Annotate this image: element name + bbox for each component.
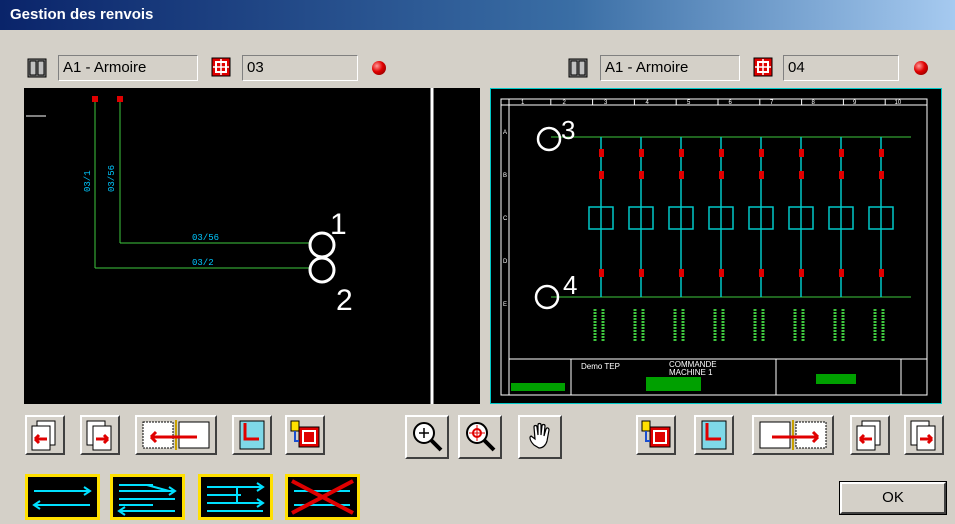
- column-label: 10: [895, 100, 902, 106]
- row-label: C: [503, 216, 508, 222]
- dual-page-icon: [142, 420, 210, 450]
- group-link-icon: [207, 482, 265, 512]
- go-to-folio-button[interactable]: [285, 415, 325, 455]
- multi-link-icon: [117, 484, 177, 516]
- go-to-folio-button-right[interactable]: [636, 415, 676, 455]
- wire-label-c: 03/56: [192, 233, 219, 243]
- left-cabinet-field[interactable]: A1 - Armoire: [58, 55, 198, 81]
- folio-link-icon: [290, 420, 320, 448]
- title-center-2: MACHINE 1: [669, 368, 713, 377]
- link-mode-single-button[interactable]: [25, 474, 100, 520]
- link-mode-group-button[interactable]: [198, 474, 273, 520]
- next-folio-button-right[interactable]: [904, 415, 944, 455]
- next-page-icon: [910, 420, 936, 451]
- next-folio-button[interactable]: [80, 415, 120, 455]
- delete-link-icon: [291, 479, 354, 515]
- status-led-icon: [914, 61, 928, 75]
- previous-folio-button-right[interactable]: [850, 415, 890, 455]
- title-left: Demo TEP: [581, 362, 620, 371]
- go-to-origin-button[interactable]: [232, 415, 272, 455]
- folio-link-icon: [641, 420, 671, 448]
- cabinet-icon: [27, 58, 47, 78]
- pan-button[interactable]: [518, 415, 562, 459]
- right-folio-field[interactable]: 04: [783, 55, 899, 81]
- delete-link-button[interactable]: [285, 474, 360, 520]
- single-link-icon: [32, 486, 92, 510]
- window-title: Gestion des renvois: [0, 0, 955, 30]
- right-cabinet-field[interactable]: A1 - Armoire: [600, 55, 740, 81]
- row-label: A: [503, 130, 507, 136]
- wire-label-b: 03/56: [107, 165, 117, 192]
- folio-icon: [753, 57, 773, 77]
- row-label: B: [503, 173, 507, 179]
- page-link-icon: [701, 420, 727, 450]
- folio-icon: [211, 57, 231, 77]
- marker-1: 1: [330, 208, 347, 241]
- go-to-origin-button-right[interactable]: [694, 415, 734, 455]
- wire-label-a: 03/1: [83, 170, 93, 192]
- marker-2: 2: [336, 284, 353, 317]
- previous-folio-button[interactable]: [25, 415, 65, 455]
- zoom-window-button[interactable]: [458, 415, 502, 459]
- hand-icon: [529, 422, 550, 449]
- row-label: E: [503, 302, 507, 308]
- marker-4: 4: [563, 270, 577, 300]
- dual-page-icon: [759, 420, 827, 450]
- page-link-icon: [239, 420, 265, 450]
- dual-page-button-right[interactable]: [752, 415, 834, 455]
- cabinet-icon: [568, 58, 588, 78]
- row-header-column: A B C D E: [503, 130, 508, 308]
- zoom-icon: [413, 422, 443, 452]
- dual-page-button[interactable]: [135, 415, 217, 455]
- left-folio-field[interactable]: 03: [242, 55, 358, 81]
- wire-label-d: 03/2: [192, 258, 214, 268]
- next-page-icon: [86, 420, 112, 451]
- row-label: D: [503, 259, 508, 265]
- left-schematic-view[interactable]: 03/1 03/56 03/56 03/2 1 2: [24, 88, 480, 404]
- link-mode-multi-button[interactable]: [110, 474, 185, 520]
- marker-3: 3: [561, 115, 575, 145]
- previous-page-icon: [856, 420, 881, 451]
- circuit-branches: [588, 137, 894, 341]
- right-schematic-view[interactable]: 3 4 1 2 3 4 5 6 7 8 9 10 ABCDE Demo TEP COMMANDE …: [490, 88, 942, 404]
- ok-button[interactable]: OK: [839, 481, 947, 515]
- previous-page-icon: [31, 420, 56, 451]
- zoom-target-icon: [466, 422, 496, 452]
- zoom-button[interactable]: [405, 415, 449, 459]
- status-led-icon: [372, 61, 386, 75]
